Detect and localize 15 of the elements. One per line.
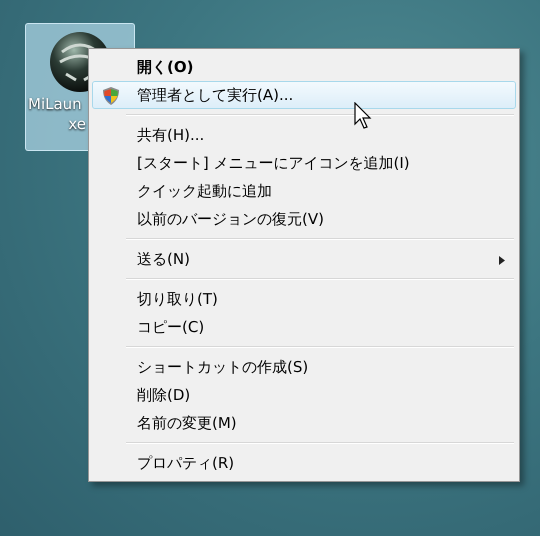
menu-item[interactable]: 切り取り(T) bbox=[92, 285, 516, 313]
menu-item[interactable]: クイック起動に追加 bbox=[92, 177, 516, 205]
icon-label: MiLaun bbox=[28, 94, 82, 114]
menu-item[interactable]: [スタート] メニューにアイコンを追加(I) bbox=[92, 149, 516, 177]
menu-item[interactable]: ショートカットの作成(S) bbox=[92, 353, 516, 381]
menu-item[interactable]: コピー(C) bbox=[92, 313, 516, 341]
submenu-arrow-icon bbox=[499, 256, 505, 265]
icon-label: xe bbox=[68, 114, 86, 134]
menu-item[interactable]: 削除(D) bbox=[92, 381, 516, 409]
shield-icon bbox=[101, 86, 121, 106]
menu-item[interactable]: プロパティ(R) bbox=[92, 449, 516, 477]
menu-item[interactable]: 名前の変更(M) bbox=[92, 409, 516, 437]
menu-item[interactable]: 送る(N) bbox=[92, 245, 516, 273]
menu-item[interactable]: 管理者として実行(A)... bbox=[92, 81, 516, 109]
menu-item[interactable]: 以前のバージョンの復元(V) bbox=[92, 205, 516, 233]
